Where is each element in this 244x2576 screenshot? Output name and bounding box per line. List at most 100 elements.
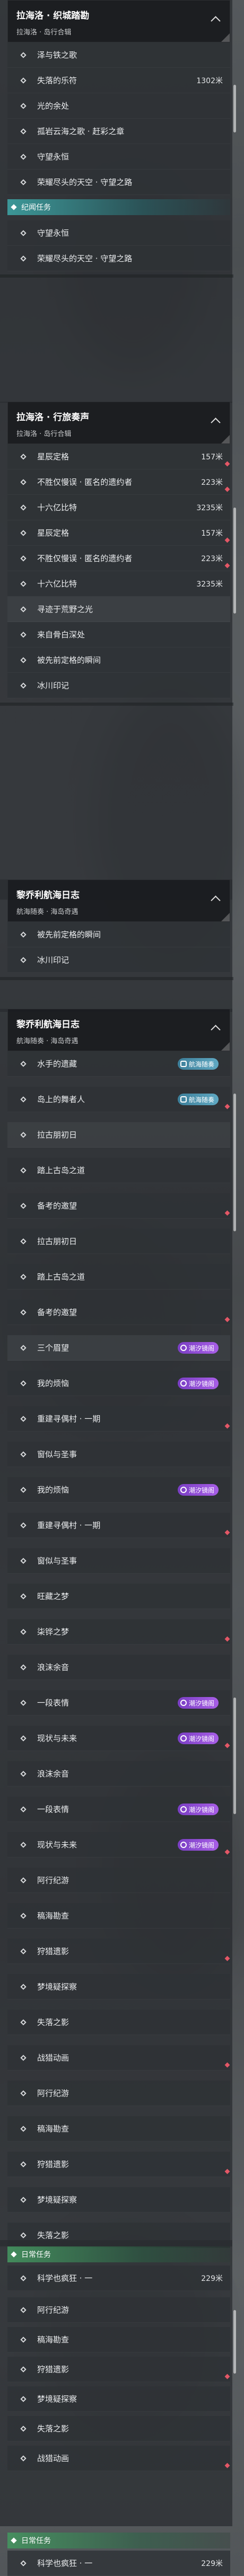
quest-item[interactable]: 战猎动画 — [7, 2045, 230, 2071]
quest-item[interactable]: 三个眉望 潮汐镜阁 — [7, 1335, 230, 1361]
quest-diamond-icon — [20, 453, 27, 460]
quest-item[interactable]: 孤岩云海之歌 · 赶彩之章 — [7, 119, 230, 144]
quest-item[interactable]: 重建寻偶村 · 一期 — [7, 1513, 230, 1538]
quest-diamond-icon — [20, 1202, 27, 1209]
scrollbar[interactable] — [233, 1698, 236, 1814]
quest-distance: 157米 — [201, 529, 223, 538]
quest-item[interactable]: 被先前定格的瞬间 — [7, 647, 230, 673]
quest-item[interactable]: 备考的邀望 — [7, 1193, 230, 1219]
quest-item[interactable]: 浪沫余音 — [7, 1761, 230, 1787]
quest-item[interactable]: 冰川印记 — [7, 673, 230, 698]
quest-item-label: 阿行纪游 — [37, 2305, 69, 2315]
quest-item[interactable]: 我的烦恼 潮汐镜阁 — [7, 1477, 230, 1503]
quest-item[interactable]: 阿行纪游 — [7, 2081, 230, 2106]
scrollbar[interactable] — [233, 1094, 236, 1231]
quest-item-label: 现状与未来 — [37, 1840, 77, 1850]
quest-item-label: 一段表情 — [37, 1698, 69, 1708]
quest-item[interactable]: 冰川印记 — [7, 947, 230, 973]
quest-item[interactable]: 重建寻偶村 · 一期 — [7, 1406, 230, 1432]
quest-item[interactable]: 狩猎遗影 — [7, 2357, 230, 2382]
quest-item[interactable]: 十六亿比特 3235米 — [7, 571, 230, 597]
quest-item-label: 冰川印记 — [37, 681, 69, 690]
quest-group-header[interactable]: 黎乔利航海日志 航海随奏 · 海岛奇遇 — [7, 1009, 230, 1051]
quest-item[interactable]: 窗似与圣事 — [7, 1442, 230, 1467]
quest-item[interactable]: 稿海勘查 — [7, 2116, 230, 2142]
tracked-marker-icon — [224, 2062, 230, 2068]
quest-item[interactable]: 梦境疑探察 — [7, 1974, 230, 2000]
quest-item[interactable]: 荣耀尽头的天空 · 守望之路 — [7, 246, 230, 271]
quest-item[interactable]: 水手的遗藏 航海随奏 — [7, 1051, 230, 1077]
quest-group-header[interactable]: 拉海洛 · 织城踏勘 拉海洛 · 岛行合辑 — [7, 0, 230, 42]
badge-label: 航海随奏 — [188, 1096, 214, 1104]
quest-item-label: 稿海勘查 — [37, 1911, 69, 1921]
quest-item[interactable]: 狩猎遗影 — [7, 1939, 230, 1964]
scrollbar[interactable] — [233, 2310, 236, 2374]
quest-item[interactable]: 泽与铁之歌 — [7, 42, 230, 68]
tracked-marker-icon — [224, 1849, 230, 1855]
quest-item[interactable]: 现状与未来 潮汐镜阁 — [7, 1832, 230, 1858]
quest-item[interactable]: 拉古朋初日 — [7, 1229, 230, 1254]
quest-item[interactable]: 拉古朋初日 — [7, 1122, 230, 1148]
quest-diamond-icon — [20, 2161, 27, 2168]
quest-item-label: 我的烦恼 — [37, 1485, 69, 1495]
quest-item[interactable]: 我的烦恼 潮汐镜阁 — [7, 1371, 230, 1396]
scrollbar[interactable] — [233, 508, 236, 614]
quest-item[interactable]: 不胜仅慢误 · 匿名的遗约者 223米 — [7, 546, 230, 571]
quest-item[interactable]: 失落之影 — [7, 2010, 230, 2035]
quest-item[interactable]: 来自骨白深处 — [7, 622, 230, 647]
badge-label: 潮汐镜阁 — [188, 1344, 214, 1352]
quest-item-label: 守望永恒 — [37, 152, 69, 162]
tracked-marker-icon — [224, 537, 230, 543]
scrollbar[interactable] — [233, 85, 236, 132]
quest-item[interactable]: 踏上古岛之道 — [7, 1264, 230, 1290]
quest-item[interactable]: 浪沫余音 — [7, 1655, 230, 1680]
quest-item[interactable]: 梦境疑探察 — [7, 2187, 230, 2213]
quest-distance: 223米 — [201, 478, 223, 487]
wave-icon — [180, 1061, 187, 1067]
section-header: 纪闻任务 — [7, 199, 230, 215]
quest-item-label: 星辰定格 — [37, 528, 69, 538]
quest-item[interactable]: 被先前定格的瞬间 — [7, 922, 230, 947]
quest-item[interactable]: 岛上的舞者人 航海随奏 — [7, 1087, 230, 1112]
quest-item[interactable]: 失落之影 — [7, 2416, 230, 2441]
quest-item[interactable]: 一段表情 潮汐镜阁 — [7, 1797, 230, 1822]
quest-item[interactable]: 战猎动画 — [7, 2446, 230, 2471]
quest-item[interactable]: 失落的乐符 1302米 — [7, 68, 230, 93]
quest-item[interactable]: 光的余处 — [7, 93, 230, 119]
quest-item[interactable]: 狩猎遗影 — [7, 2152, 230, 2177]
quest-item[interactable]: 科学也疯狂 · 一 229米 — [7, 2266, 230, 2291]
quest-item[interactable]: 稿海勘查 — [7, 1903, 230, 1929]
quest-item[interactable]: 现状与未来 潮汐镜阁 — [7, 1726, 230, 1751]
quest-item[interactable]: 备考的邀望 — [7, 1300, 230, 1325]
quest-group-title: 拉海洛 · 织城踏勘 — [16, 11, 90, 21]
quest-item[interactable]: 梦境疑探察 — [7, 2386, 230, 2412]
quest-item[interactable]: 科学也疯狂 · 一 229米 — [7, 2551, 230, 2576]
quest-item[interactable]: 守望永恒 — [7, 220, 230, 246]
divider — [0, 703, 233, 706]
quest-item[interactable]: 踏上古岛之道 — [7, 1158, 230, 1183]
quest-group-header[interactable]: 黎乔利航海日志 航海随奏 · 海岛奇遇 — [7, 880, 230, 922]
quest-item[interactable]: 星辰定格 157米 — [7, 520, 230, 546]
quest-item[interactable]: 星辰定格 157米 — [7, 444, 230, 469]
quest-item[interactable]: 寻迹于荒野之光 — [7, 597, 230, 622]
quest-item-label: 守望永恒 — [37, 228, 69, 238]
quest-item[interactable]: 柒铧之梦 — [7, 1619, 230, 1645]
quest-diamond-icon — [20, 1060, 27, 1067]
quest-item[interactable]: 不胜仅慢误 · 匿名的遗约者 223米 — [7, 469, 230, 495]
quest-item[interactable]: 一段表情 潮汐镜阁 — [7, 1690, 230, 1716]
quest-item[interactable]: 窗似与圣事 — [7, 1548, 230, 1574]
quest-group-header[interactable]: 拉海洛 · 行旅奏声 拉海洛 · 岛行合辑 — [7, 402, 230, 444]
quest-item[interactable]: 守望永恒 — [7, 144, 230, 170]
quest-diamond-icon — [20, 1486, 27, 1493]
quest-diamond-icon — [20, 682, 27, 689]
quest-item-label: 旺藏之梦 — [37, 1592, 69, 1601]
quest-item[interactable]: 旺藏之梦 — [7, 1584, 230, 1609]
diamond-icon — [11, 2537, 17, 2544]
quest-distance: 1302米 — [196, 76, 223, 85]
quest-item[interactable]: 稿海勘查 — [7, 2327, 230, 2352]
quest-item[interactable]: 荣耀尽头的天空 · 守望之路 — [7, 170, 230, 195]
quest-item[interactable]: 十六亿比特 3235米 — [7, 495, 230, 520]
quest-item[interactable]: 阿行纪游 — [7, 1868, 230, 1893]
tracked-marker-icon — [224, 563, 230, 569]
quest-item[interactable]: 阿行纪游 — [7, 2297, 230, 2323]
